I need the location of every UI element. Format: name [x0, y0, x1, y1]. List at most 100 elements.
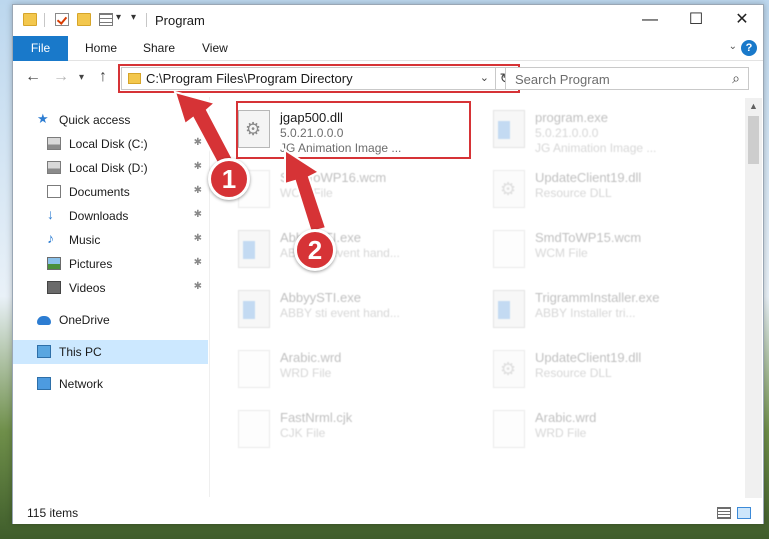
tab-share[interactable]: Share: [143, 36, 175, 61]
title-bar: ▾ ▾ Program — ☐ ✕: [13, 5, 763, 36]
pin-icon[interactable]: ✱: [194, 209, 202, 220]
expand-ribbon-icon[interactable]: ⌄: [729, 41, 737, 52]
scroll-up-icon[interactable]: ▲: [745, 98, 762, 115]
file-item[interactable]: Arabic.wrd WRD File: [210, 342, 460, 398]
sidebar-item-downloads[interactable]: ↓ Downloads ✱: [13, 204, 208, 228]
file-highlight-box: [236, 101, 471, 159]
exe-file-icon: [493, 110, 525, 148]
back-arrow-icon[interactable]: ←: [25, 68, 41, 86]
file-description: JG Animation Image ...: [535, 141, 657, 155]
file-item[interactable]: program.exe 5.0.21.0.0.0 JG Animation Im…: [465, 102, 715, 158]
file-name: UpdateClient19.dll: [535, 170, 642, 185]
status-bar: 115 items: [13, 502, 763, 524]
sidebar-item-this-pc[interactable]: This PC: [13, 340, 208, 364]
sidebar-item-pictures[interactable]: Pictures ✱: [13, 252, 208, 276]
sidebar-item-network[interactable]: Network: [13, 372, 208, 396]
pin-icon[interactable]: ✱: [194, 233, 202, 244]
wrd-file-icon: [238, 350, 270, 388]
cjk-file-icon: [238, 410, 270, 448]
file-type: WRD File: [280, 366, 332, 380]
dll-file-icon: [493, 170, 525, 208]
sidebar-item-label: Local Disk (C:): [69, 137, 148, 151]
cloud-icon: [37, 316, 51, 325]
tab-view[interactable]: View: [202, 36, 228, 61]
forward-arrow-icon[interactable]: →: [53, 68, 69, 86]
divider: [146, 13, 147, 27]
up-arrow-icon[interactable]: ↑: [99, 68, 107, 86]
videos-icon: [47, 281, 61, 294]
disk-icon: [47, 137, 61, 150]
pin-icon[interactable]: ✱: [194, 281, 202, 292]
sidebar-item-label: Local Disk (D:): [69, 161, 148, 175]
sidebar-item-label: Network: [59, 377, 104, 391]
tab-home[interactable]: Home: [85, 36, 117, 61]
file-item[interactable]: Arabic.wrd WRD File: [465, 402, 715, 458]
sidebar-item-onedrive[interactable]: OneDrive: [13, 308, 208, 332]
sidebar-item-documents[interactable]: Documents ✱: [13, 180, 208, 204]
file-type: WCM File: [280, 186, 333, 200]
file-name: FastNrml.cjk: [280, 410, 353, 425]
network-icon: [37, 377, 51, 390]
pin-icon[interactable]: ✱: [194, 257, 202, 268]
exe-file-icon: [238, 290, 270, 328]
file-item[interactable]: UpdateClient19.dll Resource DLL: [465, 342, 715, 398]
sidebar-item-label: OneDrive: [59, 313, 110, 327]
pin-icon[interactable]: ✱: [194, 161, 202, 172]
sidebar-item-music[interactable]: ♪ Music ✱: [13, 228, 208, 252]
new-folder-icon[interactable]: [77, 13, 91, 26]
item-count: 115 items: [27, 506, 79, 520]
sidebar-item-label: Pictures: [69, 257, 113, 271]
details-icon[interactable]: [99, 13, 113, 26]
file-name: Arabic.wrd: [535, 410, 597, 425]
file-item[interactable]: AbbyySTI.exe ABBY sti event hand...: [210, 282, 460, 338]
customize-toolbar-icon[interactable]: ▾: [131, 12, 136, 23]
sidebar-item-quick-access[interactable]: ★ Quick access: [13, 108, 208, 132]
exe-file-icon: [493, 290, 525, 328]
explorer-window: ▾ ▾ Program — ☐ ✕ File Home Share View ⌄…: [12, 4, 764, 524]
file-type: Resource DLL: [535, 186, 612, 200]
large-icons-view-icon[interactable]: [737, 507, 751, 519]
address-highlight-box: [118, 64, 520, 93]
exe-file-icon: [238, 230, 270, 268]
help-icon[interactable]: ?: [741, 40, 757, 56]
file-name: UpdateClient19.dll: [535, 350, 642, 365]
sidebar-item-label: Music: [69, 233, 101, 247]
search-icon[interactable]: ⌕: [732, 70, 740, 87]
file-type: Resource DLL: [535, 366, 612, 380]
sidebar-item-local-disk-c[interactable]: Local Disk (C:) ✱: [13, 132, 208, 156]
file-item[interactable]: TrigrammInstaller.exe ABBY Installer tri…: [465, 282, 715, 338]
file-item[interactable]: FastNrml.cjk CJK File: [210, 402, 460, 458]
wcm-file-icon: [493, 230, 525, 268]
recent-locations-icon[interactable]: ▾: [79, 72, 84, 83]
disk-icon: [47, 161, 61, 174]
close-button[interactable]: ✕: [719, 5, 765, 36]
search-box[interactable]: Search Program ⌕: [505, 67, 749, 90]
sidebar-item-local-disk-d[interactable]: Local Disk (D:) ✱: [13, 156, 208, 180]
pc-icon: [37, 345, 51, 358]
documents-icon: [47, 185, 61, 198]
pin-icon[interactable]: ✱: [194, 137, 202, 148]
chevron-down-icon[interactable]: ▾: [116, 12, 121, 23]
file-type: WRD File: [535, 426, 587, 440]
star-icon: ★: [37, 111, 49, 126]
properties-check-icon[interactable]: [55, 13, 69, 26]
maximize-button[interactable]: ☐: [673, 5, 719, 36]
file-version: 5.0.21.0.0.0: [535, 126, 599, 140]
step-1-badge: 1: [208, 158, 250, 200]
wrd-file-icon: [493, 410, 525, 448]
scrollbar-thumb[interactable]: [748, 116, 759, 164]
folder-icon: [23, 13, 37, 26]
search-input[interactable]: Search Program: [515, 72, 610, 87]
divider: [44, 13, 45, 27]
file-item[interactable]: UpdateClient19.dll Resource DLL: [465, 162, 715, 218]
vertical-scrollbar[interactable]: ▲: [745, 98, 762, 498]
tab-file[interactable]: File: [13, 36, 68, 61]
file-name: SmdToWP15.wcm: [535, 230, 642, 245]
file-item[interactable]: SmdToWP15.wcm WCM File: [465, 222, 715, 278]
music-icon: ♪: [47, 230, 54, 246]
pin-icon[interactable]: ✱: [194, 185, 202, 196]
file-description: ABBY Installer tri...: [535, 306, 636, 320]
sidebar-item-videos[interactable]: Videos ✱: [13, 276, 208, 300]
minimize-button[interactable]: —: [627, 5, 673, 36]
details-view-icon[interactable]: [717, 507, 731, 519]
